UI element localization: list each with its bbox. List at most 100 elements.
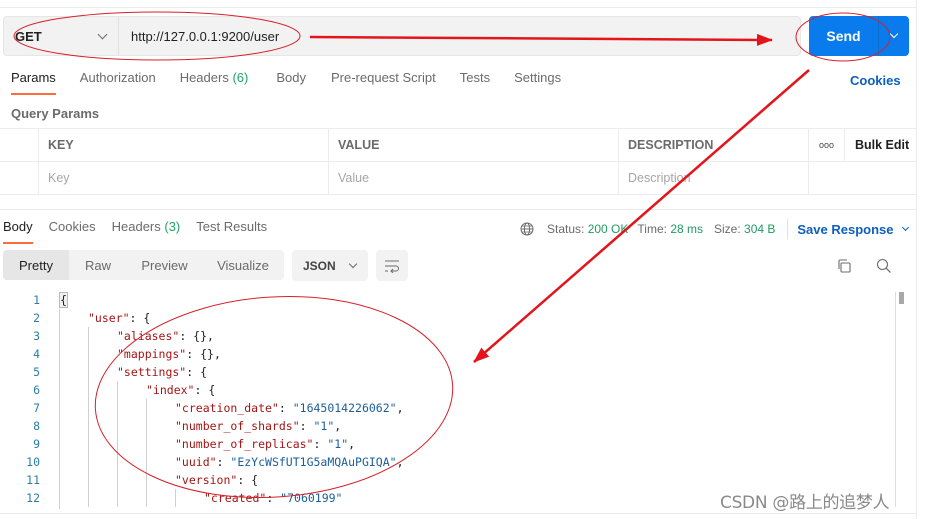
- indent-guide: [59, 309, 60, 509]
- code-line: 2 "user": {: [0, 309, 896, 327]
- more-options-button[interactable]: ooo: [809, 129, 845, 161]
- indent-guide: [88, 327, 89, 345]
- indent-guide: [175, 489, 176, 507]
- headers-count: (6): [232, 70, 249, 85]
- value-input[interactable]: Value: [329, 162, 619, 194]
- indent-guide: [88, 417, 89, 435]
- tab-label: Settings: [514, 70, 562, 85]
- code-text: "mappings": {},: [117, 347, 221, 361]
- code-scrollbar-thumb[interactable]: [899, 292, 904, 304]
- line-number: 5: [33, 365, 40, 379]
- indent-guide: [117, 453, 118, 471]
- tab-label: Tests: [459, 70, 491, 85]
- code-text: "creation_date": "1645014226062",: [175, 401, 404, 415]
- code-line: 4 "mappings": {},: [0, 345, 896, 363]
- indent-guide: [146, 489, 147, 507]
- code-text: "index": {: [146, 383, 215, 397]
- code-line: 10 "uuid": "EzYcWSfUT1G5aMQAuPGIQA",: [0, 453, 896, 471]
- json-key: "number_of_replicas": [175, 437, 314, 451]
- copy-icon: [838, 259, 851, 273]
- code-line: 7 "creation_date": "1645014226062",: [0, 399, 896, 417]
- code-text: "uuid": "EzYcWSfUT1G5aMQAuPGIQA",: [175, 455, 404, 469]
- json-punctuation: :: [266, 491, 281, 505]
- indent-guide: [88, 435, 89, 453]
- code-text: "aliases": {},: [117, 329, 214, 343]
- method-select[interactable]: GET: [4, 17, 119, 55]
- cookies-link[interactable]: Cookies: [850, 73, 901, 88]
- copy-button[interactable]: [836, 258, 852, 277]
- status-separator: [787, 219, 789, 239]
- json-key: "uuid": [175, 455, 217, 469]
- tab-label: Authorization: [79, 70, 156, 85]
- tab-label: Pre-request Script: [330, 70, 436, 85]
- bulk-edit-button[interactable]: Bulk Edit: [845, 129, 916, 161]
- view-raw[interactable]: Raw: [69, 250, 127, 280]
- json-punctuation: :: [313, 437, 328, 451]
- line-number: 6: [33, 383, 40, 397]
- json-punctuation: : {},: [186, 347, 221, 361]
- tab-authorization[interactable]: Authorization: [80, 70, 156, 94]
- tab-headers[interactable]: Headers (6): [180, 70, 249, 94]
- response-status-bar: Status: 200 OK Time: 28 ms Size: 304 B S…: [520, 219, 909, 239]
- code-scrollbar[interactable]: [895, 292, 908, 507]
- table-row: Key Value Description: [0, 162, 916, 195]
- code-line: 3 "aliases": {},: [0, 327, 896, 345]
- search-icon: [876, 258, 891, 273]
- key-input[interactable]: Key: [39, 162, 329, 194]
- request-url-bar: GET: [3, 16, 801, 56]
- query-params-title: Query Params: [11, 106, 100, 121]
- code-text: "user": {: [88, 311, 150, 325]
- code-text: "number_of_shards": "1",: [175, 419, 341, 433]
- tab-settings[interactable]: Settings: [514, 70, 561, 94]
- view-pretty[interactable]: Pretty: [3, 250, 69, 280]
- save-response-button[interactable]: Save Response: [797, 222, 909, 237]
- tab-body[interactable]: Body: [276, 70, 306, 94]
- tab-label: Headers: [179, 70, 229, 85]
- json-punctuation: :: [216, 455, 231, 469]
- chevron-down-icon: [348, 259, 357, 268]
- tab-label: Cookies: [48, 219, 96, 234]
- tab-response-cookies[interactable]: Cookies: [49, 219, 96, 243]
- json-punctuation: ,: [396, 455, 404, 469]
- json-key: "aliases": [117, 329, 180, 343]
- checkbox-column-header: [0, 129, 39, 161]
- status-value: 200 OK: [587, 222, 629, 236]
- description-input[interactable]: Description: [619, 162, 809, 194]
- view-preview[interactable]: Preview: [127, 250, 202, 280]
- line-number: 11: [26, 473, 40, 487]
- value-column-header: VALUE: [329, 129, 619, 161]
- globe-icon[interactable]: [520, 222, 534, 236]
- send-button-group: Send: [809, 16, 909, 56]
- response-body-code[interactable]: 1{2 "user": {3 "aliases": {}, 4 "mappings": …: [0, 291, 896, 509]
- line-number: 7: [33, 401, 40, 415]
- send-button[interactable]: Send: [809, 16, 879, 56]
- tab-pre-request-script[interactable]: Pre-request Script: [331, 70, 436, 94]
- format-select[interactable]: JSON: [292, 250, 368, 281]
- search-button[interactable]: [876, 258, 892, 277]
- wrap-lines-button[interactable]: [376, 250, 408, 281]
- tab-test-results[interactable]: Test Results: [196, 219, 267, 243]
- view-visualize[interactable]: Visualize: [202, 250, 284, 280]
- json-string-value: "7060199": [280, 491, 343, 505]
- json-key: "mappings": [117, 347, 187, 361]
- tab-response-headers[interactable]: Headers (3): [112, 219, 181, 243]
- format-label: JSON: [303, 258, 336, 273]
- line-number: 4: [33, 347, 40, 361]
- indent-guide: [117, 471, 118, 489]
- top-divider: [0, 7, 916, 8]
- indent-guide: [88, 363, 89, 381]
- tab-params[interactable]: Params: [11, 70, 56, 95]
- json-punctuation: :: [299, 419, 314, 433]
- line-number: 2: [33, 311, 40, 325]
- size-value: 304 B: [744, 222, 776, 236]
- json-key: "creation_date": [175, 401, 279, 415]
- tab-response-body[interactable]: Body: [3, 219, 33, 244]
- send-options-button[interactable]: [879, 16, 909, 56]
- indent-guide: [117, 489, 118, 507]
- json-string-value: "1645014226062": [292, 401, 397, 415]
- tab-tests[interactable]: Tests: [460, 70, 490, 94]
- line-number: 9: [33, 437, 40, 451]
- url-input[interactable]: [119, 17, 800, 55]
- query-params-table: KEY VALUE DESCRIPTION ooo Bulk Edit Key …: [0, 128, 916, 195]
- indent-guide: [117, 381, 118, 399]
